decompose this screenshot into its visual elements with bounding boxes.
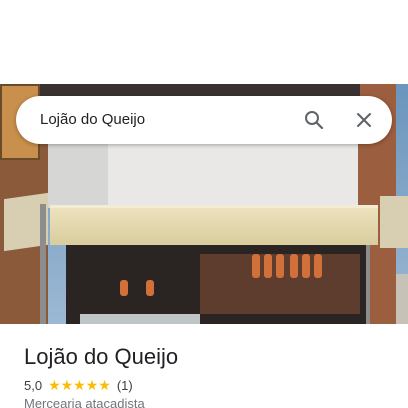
place-title: Lojão do Queijo [24, 344, 179, 369]
place-category[interactable]: Mercearia atacadista [24, 396, 145, 408]
search-box[interactable]: Lojão do Queijo [16, 96, 392, 144]
close-icon[interactable] [352, 108, 376, 132]
search-icon[interactable] [302, 108, 326, 132]
review-count[interactable]: (1) [117, 378, 133, 393]
rating-value: 5,0 [24, 377, 43, 393]
star-rating-icon: ★★★★★ [48, 376, 111, 393]
rating-row[interactable]: 5,0 ★★★★★ (1) [24, 376, 133, 394]
top-blank-area [0, 0, 408, 84]
search-input[interactable]: Lojão do Queijo [40, 110, 145, 130]
